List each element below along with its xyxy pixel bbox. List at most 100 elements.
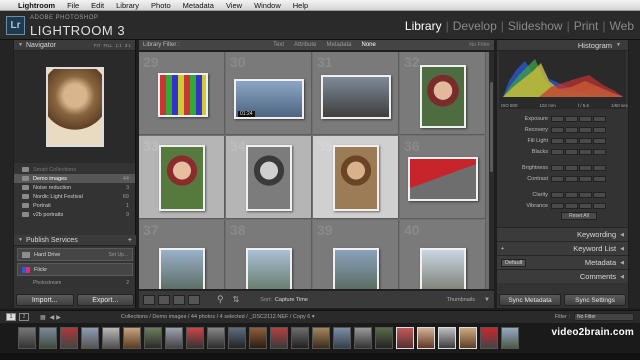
- qd-adjust-buttons[interactable]: [551, 175, 606, 182]
- import-button[interactable]: Import...: [16, 294, 74, 306]
- filter-tab-attribute[interactable]: Attribute: [294, 42, 316, 48]
- thumbnail-sculpture[interactable]: [321, 75, 391, 119]
- collection-item[interactable]: Noise reduction 3: [14, 183, 135, 192]
- collection-item[interactable]: Smart Collections: [14, 165, 135, 174]
- compare-view-icon[interactable]: [173, 294, 185, 305]
- collection-item[interactable]: Nordic Light Festival 69: [14, 192, 135, 201]
- filmstrip-thumbnail[interactable]: [207, 327, 225, 349]
- menu-help[interactable]: Help: [293, 1, 308, 10]
- grid-cell[interactable]: 40: [400, 220, 486, 289]
- filmstrip-thumbnail[interactable]: [60, 327, 78, 349]
- grid-cell[interactable]: 34: [226, 136, 312, 219]
- grid-cell[interactable]: 38: [226, 220, 312, 289]
- service-flickr[interactable]: Flickr: [17, 263, 133, 276]
- menu-library[interactable]: Library: [116, 1, 139, 10]
- qd-adjust-buttons[interactable]: [551, 202, 606, 209]
- module-slideshow[interactable]: Slideshow: [508, 19, 563, 33]
- qd-adjust-buttons[interactable]: [551, 137, 606, 144]
- left-panel-toggle-strip[interactable]: [0, 40, 13, 315]
- qd-adjust-buttons[interactable]: [551, 148, 606, 155]
- filmstrip-thumbnail[interactable]: [333, 327, 351, 349]
- grid-scrollbar-thumb[interactable]: [490, 82, 493, 172]
- service-setup-link[interactable]: Set Up...: [109, 252, 128, 258]
- filmstrip-thumbnail[interactable]: [39, 327, 57, 349]
- filmstrip-thumbnail[interactable]: [165, 327, 183, 349]
- filter-tab-metadata[interactable]: Metadata: [326, 42, 351, 48]
- zoom-fit[interactable]: FIT: [94, 43, 101, 48]
- grid-cell[interactable]: 33: [139, 136, 225, 219]
- grid-shortcut-icon[interactable]: ▦: [40, 314, 46, 321]
- back-arrow-icon[interactable]: ◀: [50, 314, 55, 321]
- menu-lightroom[interactable]: Lightroom: [18, 1, 55, 10]
- filmstrip-thumbnail[interactable]: [249, 327, 267, 349]
- metadata-preset[interactable]: Default: [501, 258, 527, 267]
- forward-arrow-icon[interactable]: ▶: [56, 314, 61, 321]
- grid-scrollbar[interactable]: [489, 52, 494, 289]
- navigator-preview[interactable]: [14, 51, 135, 163]
- grid-cell[interactable]: 37: [139, 220, 225, 289]
- collection-item[interactable]: v2b portraits 9: [14, 210, 135, 219]
- grid-view-icon[interactable]: [143, 294, 155, 305]
- keywording-header[interactable]: Keywording ◀: [497, 227, 628, 241]
- reset-all-button[interactable]: Reset All: [561, 212, 597, 220]
- grid-cell[interactable]: 30 01:24: [226, 52, 312, 135]
- filmstrip-thumbnail[interactable]: [354, 327, 372, 349]
- grid-cell[interactable]: 29: [139, 52, 225, 135]
- thumbnail-color-chart[interactable]: [158, 73, 208, 117]
- menu-window[interactable]: Window: [254, 1, 281, 10]
- thumbnail-red-cars[interactable]: [408, 157, 478, 201]
- filmstrip-thumbnail-selected[interactable]: [396, 327, 414, 349]
- collection-item[interactable]: Portrait 1: [14, 201, 135, 210]
- thumbnail-street[interactable]: [420, 248, 466, 289]
- zoom-1-1[interactable]: 1:1: [115, 43, 121, 48]
- sync-settings-button[interactable]: Sync Settings: [564, 294, 626, 306]
- right-panel-toggle-strip[interactable]: [629, 40, 640, 308]
- metadata-header[interactable]: Default Metadata ◀: [497, 255, 628, 269]
- sort-select[interactable]: Capture Time: [275, 297, 308, 303]
- thumbnail-street[interactable]: [159, 248, 205, 289]
- collection-item-demo-images[interactable]: Demo images 44: [14, 174, 135, 183]
- comments-header[interactable]: Comments ◀: [497, 269, 628, 283]
- filmstrip-thumbnail[interactable]: [270, 327, 288, 349]
- filmstrip-thumbnail[interactable]: [312, 327, 330, 349]
- filmstrip-thumbnail[interactable]: [186, 327, 204, 349]
- menu-photo[interactable]: Photo: [151, 1, 171, 10]
- filmstrip-thumbnail[interactable]: [144, 327, 162, 349]
- grid-cell[interactable]: 36: [400, 136, 486, 219]
- add-service-icon[interactable]: +: [128, 237, 132, 244]
- filmstrip-thumbnail[interactable]: [375, 327, 393, 349]
- filter-tab-text[interactable]: Text: [273, 42, 284, 48]
- histogram-view[interactable]: ISO 800 102 mm f / 5.6 1/60 sec: [499, 51, 628, 109]
- module-develop[interactable]: Develop: [453, 19, 497, 33]
- filmstrip-thumbnail[interactable]: [501, 327, 519, 349]
- keyword-list-header[interactable]: + Keyword List ◀: [497, 241, 628, 255]
- add-keyword-icon[interactable]: +: [501, 246, 504, 252]
- histogram-header[interactable]: Histogram ▼: [497, 40, 628, 51]
- source-breadcrumb[interactable]: Collections / Demo images / 44 photos / …: [121, 314, 315, 320]
- publish-services-header[interactable]: ▼ Publish Services +: [14, 235, 136, 246]
- grid-cell[interactable]: 32: [400, 52, 486, 135]
- filmstrip-filter-select[interactable]: No Filter: [574, 313, 634, 321]
- filter-tab-none[interactable]: None: [361, 42, 375, 48]
- filmstrip-thumbnail[interactable]: [81, 327, 99, 349]
- menu-edit[interactable]: Edit: [91, 1, 104, 10]
- painter-icon[interactable]: ⚲: [217, 294, 224, 305]
- menu-file[interactable]: File: [67, 1, 79, 10]
- filmstrip-thumbnail[interactable]: [18, 327, 36, 349]
- filmstrip-thumbnail-selected[interactable]: [459, 327, 477, 349]
- qd-adjust-buttons[interactable]: [551, 126, 606, 133]
- sort-direction-icon[interactable]: ⇅: [233, 295, 240, 304]
- module-print[interactable]: Print: [574, 19, 599, 33]
- zoom-fill[interactable]: FILL: [103, 43, 112, 48]
- loupe-view-icon[interactable]: [158, 294, 170, 305]
- main-window-button[interactable]: 1: [6, 313, 16, 321]
- thumbnail-street[interactable]: [333, 248, 379, 289]
- filmstrip-thumbnail[interactable]: [480, 327, 498, 349]
- survey-view-icon[interactable]: [188, 294, 200, 305]
- thumbnail-portrait-color[interactable]: [159, 145, 205, 211]
- qd-adjust-buttons[interactable]: [551, 191, 606, 198]
- metadata-preset-select[interactable]: Default: [501, 258, 527, 267]
- export-button[interactable]: Export...: [76, 294, 134, 306]
- menu-view[interactable]: View: [226, 1, 242, 10]
- zoom-3-1[interactable]: 3:1: [125, 43, 131, 48]
